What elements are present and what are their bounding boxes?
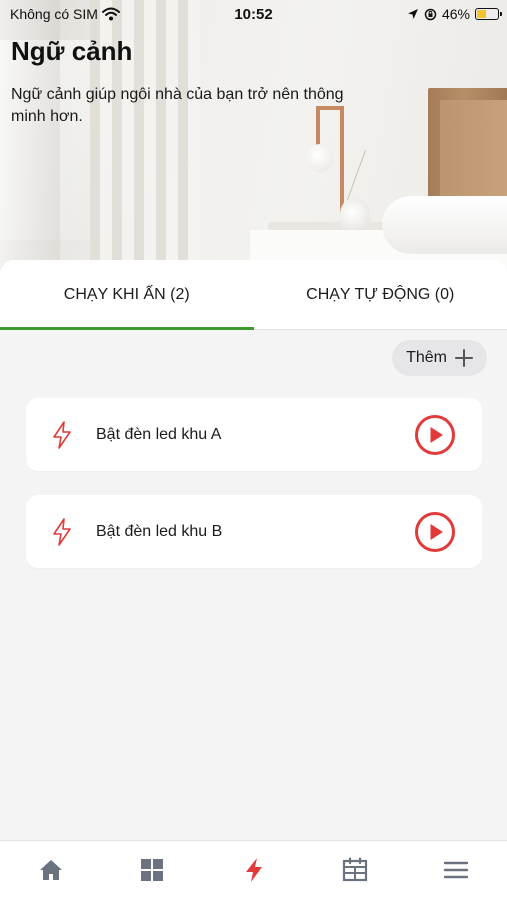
calendar-icon bbox=[342, 857, 368, 882]
hero-twig bbox=[346, 150, 410, 200]
tab-run-automatically-label: CHẠY TỰ ĐỘNG (0) bbox=[306, 285, 455, 303]
add-scene-label: Thêm bbox=[406, 349, 447, 366]
nav-item-schedule[interactable] bbox=[304, 841, 405, 900]
nav-item-home[interactable] bbox=[0, 841, 101, 900]
scene-label: Bật đèn led khu B bbox=[96, 522, 223, 540]
scene-list: Bật đèn led khu A Bật đèn led khu B bbox=[26, 398, 482, 592]
battery-percent: 46% bbox=[441, 6, 470, 22]
hero-vase bbox=[340, 198, 370, 234]
scenes-panel: CHẠY KHI ẤN (2) CHẠY TỰ ĐỘNG (0) Thêm Bậ… bbox=[0, 260, 507, 840]
nav-item-devices[interactable] bbox=[101, 841, 202, 900]
add-scene-button[interactable]: Thêm bbox=[392, 340, 487, 376]
home-icon bbox=[39, 860, 62, 880]
play-circle-icon[interactable] bbox=[414, 511, 456, 553]
status-right: 46% bbox=[407, 6, 502, 22]
battery-charging-icon bbox=[475, 8, 502, 20]
nav-item-scenes[interactable] bbox=[203, 841, 304, 900]
battery-level bbox=[477, 10, 487, 18]
bottom-nav bbox=[0, 840, 507, 900]
play-circle-icon[interactable] bbox=[414, 414, 456, 456]
page-title: Ngữ cảnh bbox=[11, 36, 133, 66]
tab-bar: CHẠY KHI ẤN (2) CHẠY TỰ ĐỘNG (0) bbox=[0, 260, 507, 330]
scene-label: Bật đèn led khu A bbox=[96, 425, 222, 443]
status-bar: Không có SIM 10:52 46% bbox=[0, 0, 507, 28]
scene-card[interactable]: Bật đèn led khu B bbox=[26, 495, 482, 568]
tab-run-on-press-label: CHẠY KHI ẤN (2) bbox=[63, 285, 190, 303]
hero-lamp-bulb bbox=[306, 144, 334, 172]
tab-run-on-press[interactable]: CHẠY KHI ẤN (2) bbox=[0, 260, 254, 330]
grid-icon bbox=[141, 859, 164, 881]
tab-run-automatically[interactable]: CHẠY TỰ ĐỘNG (0) bbox=[254, 260, 507, 329]
orientation-lock-icon bbox=[424, 8, 437, 20]
location-arrow-icon bbox=[407, 9, 418, 19]
plus-icon bbox=[455, 349, 473, 367]
hero-banner: Không có SIM 10:52 46% Ngữ cảnh Ngữ cảnh… bbox=[0, 0, 507, 270]
page-description: Ngữ cảnh giúp ngôi nhà của bạn trở nên t… bbox=[11, 86, 344, 125]
hero-headboard-panel bbox=[440, 100, 507, 200]
lightning-icon bbox=[245, 858, 262, 882]
hero-pillow bbox=[382, 196, 507, 254]
nav-item-menu[interactable] bbox=[406, 841, 507, 900]
lightning-icon bbox=[53, 518, 71, 546]
scene-card[interactable]: Bật đèn led khu A bbox=[26, 398, 482, 471]
menu-icon bbox=[444, 861, 469, 879]
lightning-icon bbox=[53, 421, 71, 449]
